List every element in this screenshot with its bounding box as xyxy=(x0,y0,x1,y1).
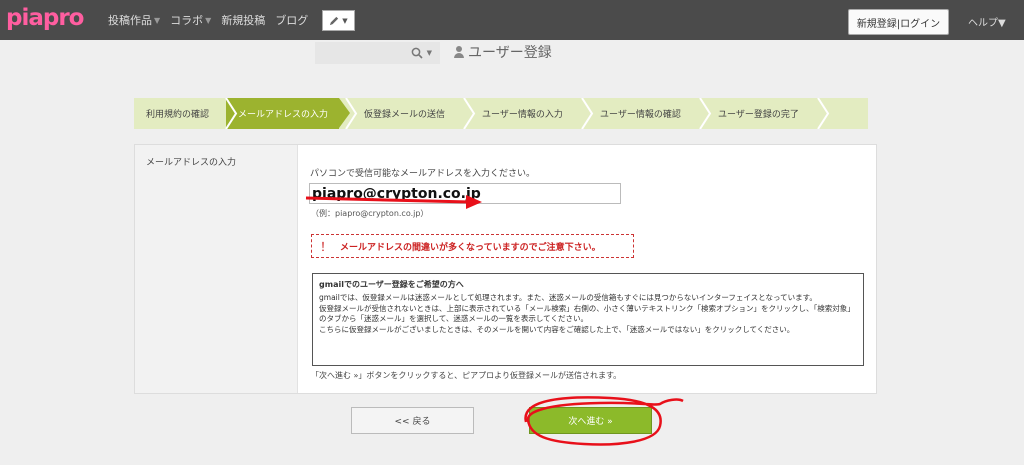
email-input[interactable]: piapro@crypton.co.jp xyxy=(309,183,621,204)
top-navigation-bar: piapro 投稿作品 ▼ コラボ ▼ 新規投稿 ブログ ▼ 新規登録|ログイン ヘ… xyxy=(0,0,1024,40)
back-button[interactable]: << 戻る xyxy=(351,407,474,434)
step-separators xyxy=(225,98,830,129)
warning-box: ！ メールアドレスの間違いが多くなっていますのでご注意下さい。 xyxy=(311,234,634,258)
main-nav: 投稿作品 ▼ コラボ ▼ 新規投稿 ブログ xyxy=(108,12,308,28)
notice-title: gmailでのユーザー登録をご希望の方へ xyxy=(319,280,464,289)
next-button[interactable]: 次へ進む » xyxy=(529,407,652,434)
gmail-notice-box: gmailでのユーザー登録をご希望の方へ gmailでは、仮登録メールは迷惑メー… xyxy=(312,273,864,366)
search-icon xyxy=(411,47,423,59)
notice-line: こちらに仮登録メールがございましたときは、そのメールを開いて内容をご確認した上で… xyxy=(319,325,795,334)
notice-line: gmailでは、仮登録メールは迷惑メールとして処理されます。また、迷惑メールの受… xyxy=(319,293,817,302)
registration-steps: 利用規約の確認 メールアドレスの入力 仮登録メールの送信 ユーザー情報の入力 ユ… xyxy=(134,98,868,129)
email-field-label: メールアドレスの入力 xyxy=(146,158,237,168)
warning-icon: ！ xyxy=(320,239,333,254)
pencil-icon xyxy=(330,16,339,26)
search-box[interactable]: ▼ xyxy=(315,42,440,64)
piapro-logo[interactable]: piapro xyxy=(6,5,84,31)
email-example: （例：piapro@crypton.co.jp） xyxy=(311,209,429,218)
nav-item-collab[interactable]: コラボ ▼ xyxy=(170,12,211,28)
notice-line: 仮登録メールが受信されないときは、上部に表示されている「メール検索」右側の、小さ… xyxy=(319,304,855,323)
email-form-panel: メールアドレスの入力 パソコンで受信可能なメールアドレスを入力ください。 pia… xyxy=(134,144,877,394)
user-icon xyxy=(454,46,464,58)
nav-item-blog[interactable]: ブログ xyxy=(275,12,308,28)
nav-item-new-post[interactable]: 新規投稿 xyxy=(221,12,265,28)
warning-text: メールアドレスの間違いが多くなっていますのでご注意下さい。 xyxy=(340,242,601,253)
chevron-down-icon: ▼ xyxy=(154,15,161,25)
chevron-down-icon: ▼ xyxy=(342,16,348,25)
form-label-column: メールアドレスの入力 xyxy=(135,145,298,393)
chevron-down-icon: ▼ xyxy=(426,49,432,57)
nav-item-works[interactable]: 投稿作品 ▼ xyxy=(108,12,160,28)
send-mail-note: 「次へ進む »」ボタンをクリックすると、ピアプロより仮登録メールが送信されます。 xyxy=(311,371,622,380)
post-dropdown-button[interactable]: ▼ xyxy=(322,10,355,31)
email-instruction: パソコンで受信可能なメールアドレスを入力ください。 xyxy=(310,169,536,179)
chevron-down-icon: ▼ xyxy=(205,15,212,25)
register-login-button[interactable]: 新規登録|ログイン xyxy=(848,9,949,35)
page-title: ユーザー登録 xyxy=(454,42,552,62)
help-menu[interactable]: ヘルプ▼ xyxy=(968,14,1006,29)
